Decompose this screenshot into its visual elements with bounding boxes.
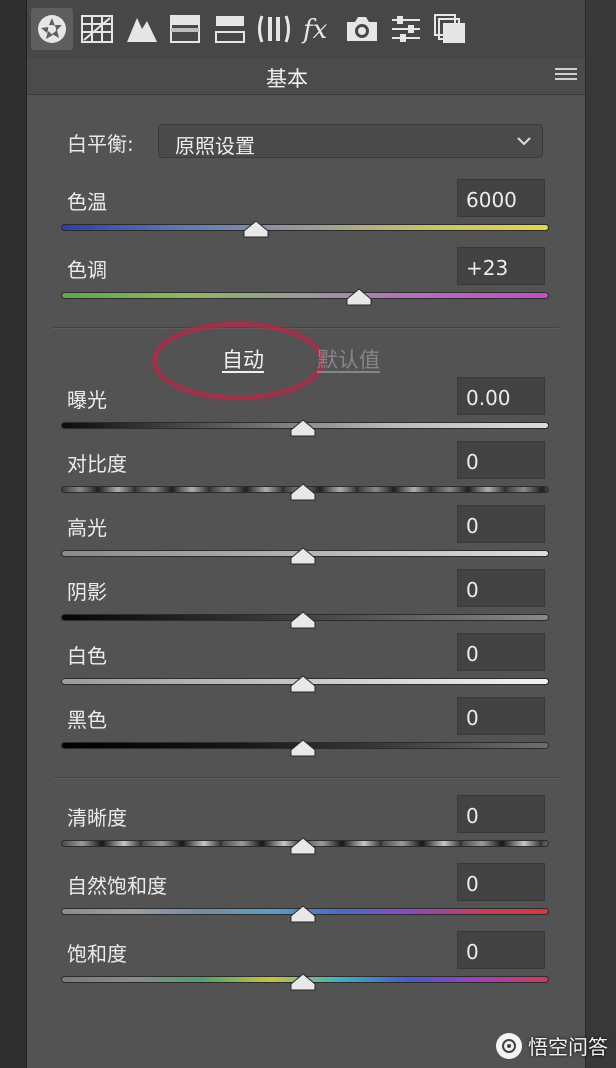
contrast-input[interactable]: 0 [457,441,545,479]
clarity-label: 清晰度 [67,806,127,830]
grid-icon[interactable] [76,8,118,50]
tint-label: 色调 [67,258,107,282]
blacks-input[interactable]: 0 [457,697,545,735]
default-button[interactable]: 默认值 [317,344,380,374]
tint-input[interactable]: +23 [457,247,545,285]
chevron-down-icon [517,137,531,146]
section-header: 基本 [27,58,585,95]
watermark-text: 悟空问答 [528,1035,608,1059]
whites-input[interactable]: 0 [457,633,545,671]
camera-icon[interactable] [341,8,383,50]
contrast-slider-thumb[interactable] [290,483,316,501]
temperature-label: 色温 [67,190,107,214]
white-balance-select[interactable]: 原照设置 [158,124,543,158]
wukong-logo-icon [496,1032,522,1059]
whites-label: 白色 [67,644,107,668]
shadows-label: 阴影 [67,580,107,604]
tint-slider-track[interactable] [61,292,549,299]
aperture-icon[interactable] [31,8,73,50]
clarity-input[interactable]: 0 [457,795,545,833]
lens-icon[interactable] [253,8,295,50]
temperature-slider-track[interactable] [61,224,549,231]
clarity-slider-thumb[interactable] [290,837,316,855]
left-panel-edge [0,0,27,1068]
whites-slider-thumb[interactable] [290,675,316,693]
temperature-slider-thumb[interactable] [243,220,269,238]
contrast-label: 对比度 [67,452,127,476]
section-divider [53,777,559,779]
highlights-input[interactable]: 0 [457,505,545,543]
saturation-input[interactable]: 0 [457,931,545,969]
saturation-label: 饱和度 [67,942,127,966]
highlights-slider-thumb[interactable] [290,547,316,565]
exposure-input[interactable]: 0.00 [457,377,545,415]
vibrance-label: 自然饱和度 [67,874,167,898]
vibrance-input[interactable]: 0 [457,863,545,901]
auto-button[interactable]: 自动 [222,344,264,374]
highlights-label: 高光 [67,516,107,540]
mountain-icon[interactable] [121,8,163,50]
sliders-icon[interactable] [385,8,427,50]
exposure-label: 曝光 [67,388,107,412]
tint-slider-thumb[interactable] [346,288,372,306]
gradient-icon[interactable] [164,8,206,50]
stack-icon[interactable] [429,8,471,50]
section-divider [53,327,559,329]
watermark: 悟空问答 [496,1031,608,1060]
panel-menu-icon[interactable] [555,68,577,84]
section-title: 基本 [266,67,308,91]
white-balance-value: 原照设置 [175,134,255,158]
saturation-slider-thumb[interactable] [290,973,316,991]
blacks-slider-thumb[interactable] [290,739,316,757]
shadows-input[interactable]: 0 [457,569,545,607]
svg-text:fx: fx [301,15,328,44]
vibrance-slider-thumb[interactable] [290,905,316,923]
right-scroll-area[interactable] [585,0,616,1068]
split-tone-icon[interactable] [209,8,251,50]
blacks-label: 黑色 [67,708,107,732]
shadows-slider-thumb[interactable] [290,611,316,629]
white-balance-label: 白平衡: [67,132,134,156]
temperature-input[interactable]: 6000 [457,179,545,217]
camera-raw-panel: fx 基本 白平衡: 原照设置 色温 6000 色调 +23 自动 默认值 曝光… [27,0,585,1068]
fx-icon[interactable]: fx [297,8,339,50]
exposure-slider-thumb[interactable] [290,419,316,437]
panel-tab-toolbar: fx [27,0,585,59]
